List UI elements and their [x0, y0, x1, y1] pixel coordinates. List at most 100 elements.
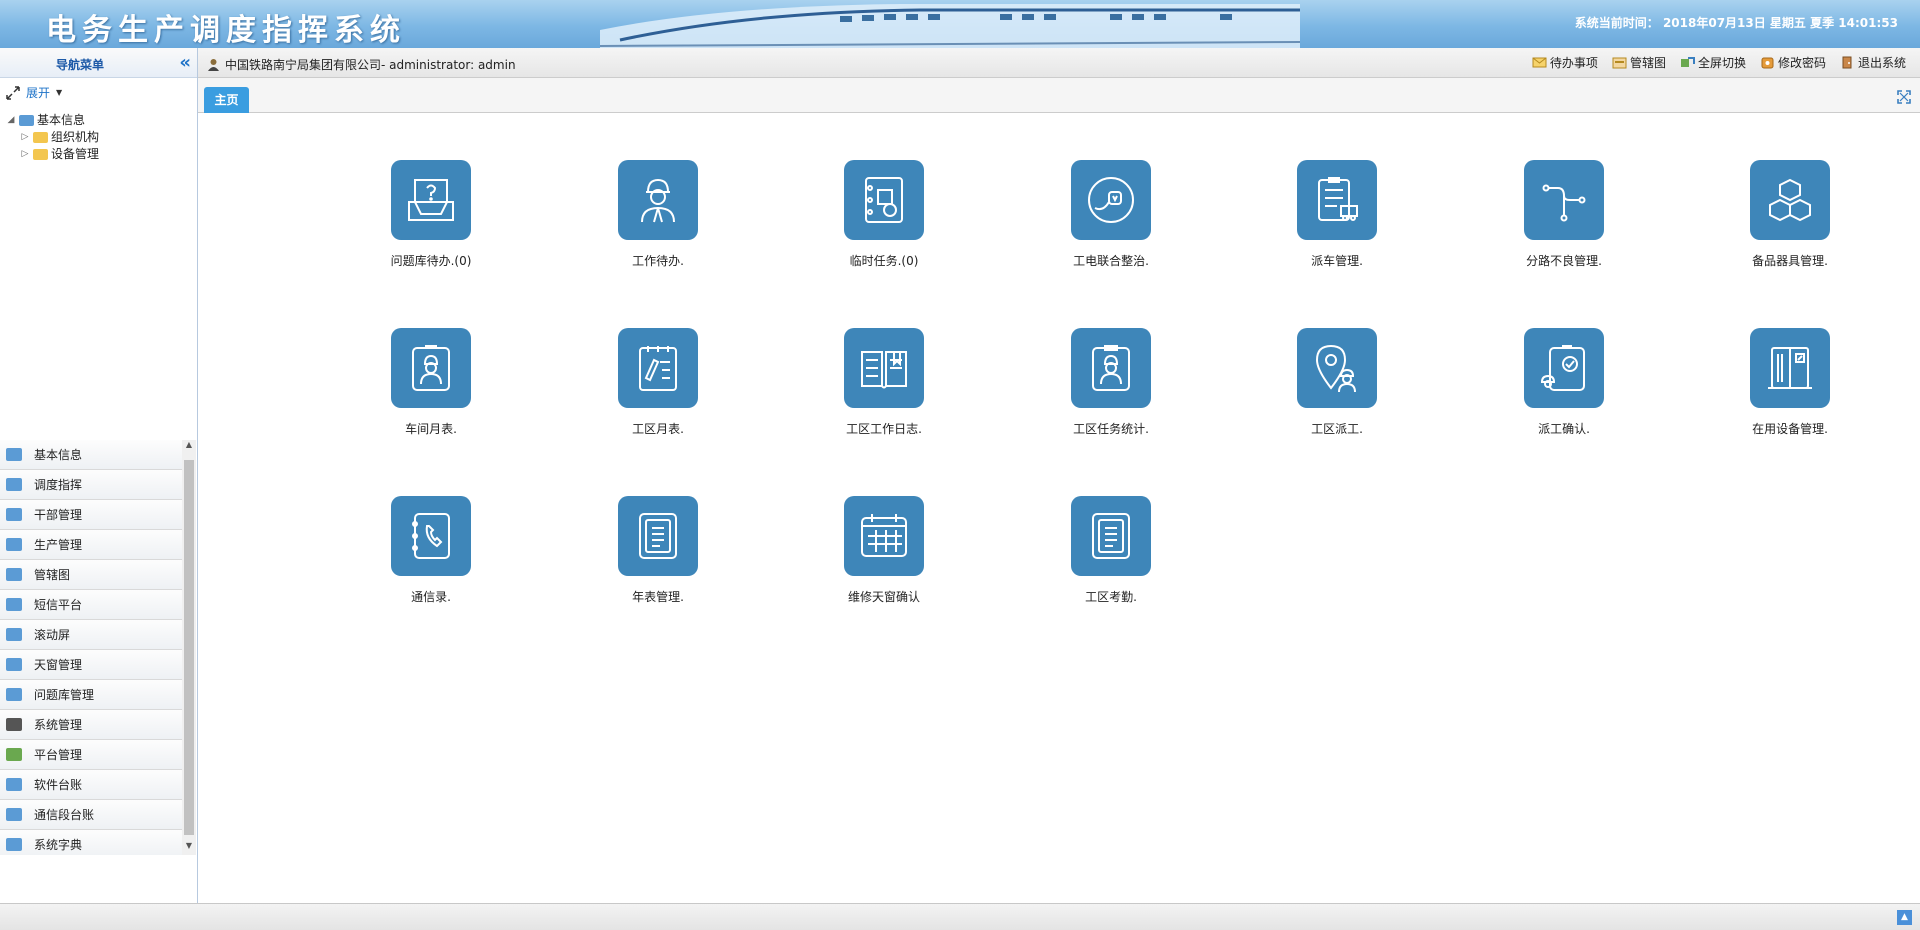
- accordion-label: 通信段台账: [34, 808, 95, 822]
- tile-area-dispatch[interactable]: 工区派工.: [1267, 328, 1407, 437]
- accordion-item[interactable]: 干部管理: [0, 500, 182, 530]
- tile-label: 工作待办.: [632, 254, 684, 268]
- map-button[interactable]: 管辖图: [1612, 54, 1666, 71]
- tile-label: 临时任务.(0): [849, 254, 919, 268]
- accordion-label: 干部管理: [34, 508, 83, 522]
- scroll-up-icon[interactable]: ▲: [182, 440, 196, 454]
- tile-temp-task[interactable]: 临时任务.(0): [814, 160, 954, 269]
- todo-button[interactable]: 待办事项: [1532, 54, 1598, 71]
- accordion-label: 基本信息: [34, 448, 83, 462]
- tile-branch-fault[interactable]: 分路不良管理.: [1494, 160, 1634, 269]
- accordion-label: 软件台账: [34, 778, 83, 792]
- main-content: 主页 问题库待办.(0) 工作待办. 临时任务.(0) 工电联合整治. 派车管理…: [198, 78, 1920, 903]
- accordion-item[interactable]: 问题库管理: [0, 680, 182, 710]
- tree-node-root[interactable]: ◢ 基本信息: [6, 112, 99, 129]
- tile-spare-parts[interactable]: 备品器具管理.: [1720, 160, 1860, 269]
- tile-dispatch-confirm[interactable]: 派工确认.: [1494, 328, 1634, 437]
- cubes-icon: [1750, 160, 1830, 240]
- accordion-label: 系统字典: [34, 838, 83, 852]
- tile-area-attendance[interactable]: 工区考勤.: [1041, 496, 1181, 605]
- tile-workshop-monthly[interactable]: 车间月表.: [361, 328, 501, 437]
- location-worker-icon: [1297, 328, 1377, 408]
- accordion-label: 问题库管理: [34, 688, 95, 702]
- train-banner-image: [600, 4, 1300, 48]
- tree-node-label: 基本信息: [37, 113, 86, 127]
- accordion-item[interactable]: 天窗管理: [0, 650, 182, 680]
- nav-title: 导航菜单: [55, 58, 104, 72]
- folder-icon: [6, 598, 22, 611]
- calendar-grid-icon: [844, 496, 924, 576]
- accordion-item[interactable]: 系统管理: [0, 710, 182, 740]
- tree-node-child[interactable]: ▷ 组织机构: [6, 129, 99, 146]
- user-text: 中国铁路南宁局集团有限公司- administrator: admin: [225, 58, 516, 72]
- map-icon: [1612, 57, 1627, 69]
- accordion-scrollbar[interactable]: ▲ ▼: [182, 440, 196, 855]
- app-title: 电务生产调度指挥系统: [46, 13, 406, 48]
- folder-icon: [6, 628, 22, 641]
- open-book-icon: [844, 328, 924, 408]
- accordion-label: 平台管理: [34, 748, 83, 762]
- expand-toggle[interactable]: 展开 ▼: [6, 84, 62, 101]
- tile-label: 派车管理.: [1311, 254, 1363, 268]
- fullscreen-toggle-button[interactable]: 全屏切换: [1680, 54, 1746, 71]
- tile-equipment-in-use[interactable]: 在用设备管理.: [1720, 328, 1860, 437]
- top-toolbar: 中国铁路南宁局集团有限公司- administrator: admin 待办事项…: [198, 48, 1920, 78]
- worker-icon: [618, 160, 698, 240]
- tree-collapsed-icon[interactable]: ▷: [20, 146, 30, 163]
- scrollbar-thumb[interactable]: [184, 460, 194, 835]
- maximize-icon[interactable]: [1896, 89, 1912, 105]
- chevron-down-icon: ▼: [56, 88, 63, 97]
- accordion-item[interactable]: 软件台账: [0, 770, 182, 800]
- tool-label: 全屏切换: [1697, 56, 1746, 70]
- branch-path-icon: [1524, 160, 1604, 240]
- accordion-item[interactable]: 短信平台: [0, 590, 182, 620]
- question-tray-icon: [391, 160, 471, 240]
- cabinet-icon: [1750, 328, 1830, 408]
- tree-node-child[interactable]: ▷ 设备管理: [6, 146, 99, 163]
- accordion-item[interactable]: 滚动屏: [0, 620, 182, 650]
- accordion-item[interactable]: 管辖图: [0, 560, 182, 590]
- scroll-top-icon[interactable]: ▲: [1897, 910, 1912, 925]
- accordion-item[interactable]: 通信段台账: [0, 800, 182, 830]
- accordion-item[interactable]: 调度指挥: [0, 470, 182, 500]
- tile-label: 工区工作日志.: [846, 422, 922, 436]
- tool-label: 待办事项: [1549, 56, 1598, 70]
- tile-label: 工区任务统计.: [1073, 422, 1149, 436]
- accordion-item[interactable]: 生产管理: [0, 530, 182, 560]
- tile-area-task-stats[interactable]: 工区任务统计.: [1041, 328, 1181, 437]
- tree-expanded-icon[interactable]: ◢: [6, 112, 16, 129]
- accordion-label: 滚动屏: [34, 628, 71, 642]
- tile-label: 工电联合整治.: [1073, 254, 1149, 268]
- tile-vehicle-dispatch[interactable]: 派车管理.: [1267, 160, 1407, 269]
- accordion-item[interactable]: 基本信息: [0, 440, 182, 470]
- tab-home[interactable]: 主页: [204, 87, 249, 113]
- nav-accordion: 基本信息 调度指挥 干部管理 生产管理 管辖图 短信平台 滚动屏 天窗管理 问题…: [0, 440, 182, 855]
- nav-panel: 导航菜单 « 展开 ▼ ◢ 基本信息 ▷ 组织机构 ▷ 设备管理 基本信息 调度…: [0, 48, 198, 903]
- tile-label: 备品器具管理.: [1752, 254, 1828, 268]
- accordion-label: 短信平台: [34, 598, 83, 612]
- folder-icon: [6, 838, 22, 851]
- tile-annual-table[interactable]: 年表管理.: [588, 496, 728, 605]
- tile-label: 维修天窗确认: [847, 590, 920, 604]
- collapse-icon[interactable]: «: [179, 52, 191, 73]
- system-time: 系统当前时间： 2018年07月13日 星期五 夏季 14:01:53: [1574, 16, 1898, 30]
- scroll-down-icon[interactable]: ▼: [182, 841, 196, 855]
- tile-contacts[interactable]: 通信录.: [361, 496, 501, 605]
- accordion-item[interactable]: 平台管理: [0, 740, 182, 770]
- worker-clipboard-icon: [1071, 328, 1151, 408]
- tile-window-confirm[interactable]: 维修天窗确认: [814, 496, 954, 605]
- change-password-button[interactable]: 修改密码: [1760, 54, 1826, 71]
- worker-badge-icon: [391, 328, 471, 408]
- tile-problem-todo[interactable]: 问题库待办.(0): [361, 160, 501, 269]
- tree-collapsed-icon[interactable]: ▷: [20, 129, 30, 146]
- nav-header: 导航菜单 «: [0, 48, 197, 78]
- notepad-pen-icon: [618, 328, 698, 408]
- tile-label: 车间月表.: [405, 422, 457, 436]
- tile-work-todo[interactable]: 工作待办.: [588, 160, 728, 269]
- tile-joint-rectify[interactable]: 工电联合整治.: [1041, 160, 1181, 269]
- logout-button[interactable]: 退出系统: [1840, 54, 1906, 71]
- tile-area-work-log[interactable]: 工区工作日志.: [814, 328, 954, 437]
- accordion-item[interactable]: 系统字典: [0, 830, 182, 855]
- tile-area-monthly[interactable]: 工区月表.: [588, 328, 728, 437]
- folder-icon: [6, 778, 22, 791]
